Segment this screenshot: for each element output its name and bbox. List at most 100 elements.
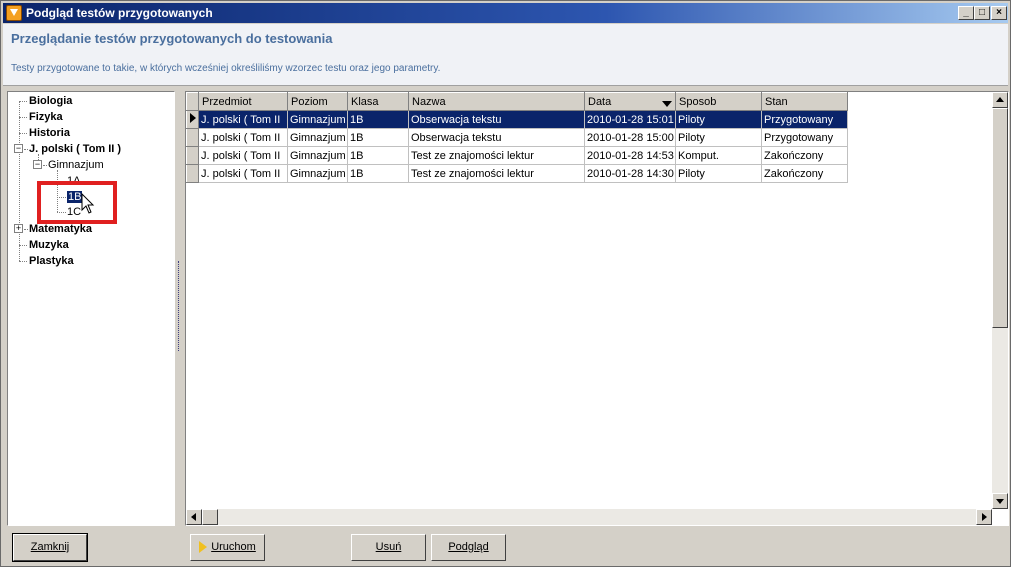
cell-klasa[interactable]: 1B	[347, 128, 409, 147]
selection-highlight-box	[37, 181, 117, 224]
arrow-right-icon	[982, 513, 987, 521]
tree-guide-line	[24, 229, 28, 230]
cell-sposob[interactable]: Piloty	[675, 128, 762, 147]
mouse-cursor-icon	[81, 193, 95, 214]
tree-guide-line	[19, 117, 27, 118]
tree-node-j-polski[interactable]: J. polski ( Tom II )	[29, 142, 121, 156]
title-bar[interactable]: Podgląd testów przygotowanych _ □ ×	[3, 3, 1008, 23]
tree-guide-line	[19, 101, 27, 102]
close-window-button[interactable]: ×	[991, 6, 1007, 20]
minimize-button[interactable]: _	[958, 6, 974, 20]
vertical-scroll-thumb[interactable]	[992, 108, 1008, 328]
row-indicator	[186, 110, 199, 129]
sort-descending-icon	[662, 100, 672, 107]
tree-guide-line	[43, 165, 47, 166]
horizontal-scrollbar[interactable]	[186, 509, 992, 525]
tree-node-muzyka[interactable]: Muzyka	[29, 238, 69, 252]
cell-nazwa[interactable]: Test ze znajomości lektur	[408, 146, 585, 165]
cell-stan[interactable]: Zakończony	[761, 146, 848, 165]
preview-button[interactable]: Podgląd	[431, 534, 506, 561]
page-description: Testy przygotowane to takie, w których w…	[11, 63, 441, 74]
cell-klasa[interactable]: 1B	[347, 110, 409, 129]
cell-data[interactable]: 2010-01-28 15:01	[584, 110, 676, 129]
tree-guide-line	[19, 101, 20, 261]
tree-node-matematyka[interactable]: Matematyka	[29, 222, 92, 236]
table-row[interactable]: J. polski ( Tom II Gimnazjum 1B Test ze …	[186, 164, 848, 183]
cell-data[interactable]: 2010-01-28 14:30	[584, 164, 676, 183]
scroll-up-button[interactable]	[992, 92, 1008, 108]
arrow-left-icon	[191, 513, 196, 521]
cell-stan[interactable]: Przygotowany	[761, 110, 848, 129]
panel-splitter[interactable]	[176, 91, 184, 526]
app-icon	[6, 5, 22, 21]
tree-node-biologia[interactable]: Biologia	[29, 94, 72, 108]
scroll-down-button[interactable]	[992, 493, 1008, 509]
page-title: Przeglądanie testów przygotowanych do te…	[11, 31, 333, 46]
vertical-scrollbar[interactable]	[992, 92, 1008, 509]
table-header-row: Przedmiot Poziom Klasa Nazwa Data Sposob…	[186, 92, 848, 111]
column-header-klasa[interactable]: Klasa	[347, 92, 409, 111]
close-button[interactable]: Zamknij	[12, 533, 88, 562]
tree-node-plastyka[interactable]: Plastyka	[29, 254, 74, 268]
cell-nazwa[interactable]: Test ze znajomości lektur	[408, 164, 585, 183]
table-row[interactable]: J. polski ( Tom II Gimnazjum 1B Obserwac…	[186, 110, 848, 129]
header-panel: Przeglądanie testów przygotowanych do te…	[3, 24, 1008, 86]
cell-data[interactable]: 2010-01-28 14:53	[584, 146, 676, 165]
collapse-icon[interactable]: −	[14, 144, 23, 153]
row-indicator	[186, 146, 199, 165]
column-header-data-label: Data	[588, 95, 612, 108]
column-header-poziom[interactable]: Poziom	[287, 92, 348, 111]
cell-przedmiot[interactable]: J. polski ( Tom II	[198, 146, 288, 165]
cell-poziom[interactable]: Gimnazjum	[287, 146, 348, 165]
table-row[interactable]: J. polski ( Tom II Gimnazjum 1B Obserwac…	[186, 128, 848, 147]
row-indicator	[186, 128, 199, 147]
cell-klasa[interactable]: 1B	[347, 146, 409, 165]
column-header-data[interactable]: Data	[584, 92, 676, 111]
column-header-sposob[interactable]: Sposob	[675, 92, 762, 111]
scroll-right-button[interactable]	[976, 509, 992, 525]
cell-poziom[interactable]: Gimnazjum	[287, 164, 348, 183]
row-indicator	[186, 164, 199, 183]
cell-przedmiot[interactable]: J. polski ( Tom II	[198, 110, 288, 129]
tests-table: Przedmiot Poziom Klasa Nazwa Data Sposob…	[186, 92, 848, 183]
cell-poziom[interactable]: Gimnazjum	[287, 110, 348, 129]
cell-klasa[interactable]: 1B	[347, 164, 409, 183]
column-header-przedmiot[interactable]: Przedmiot	[198, 92, 288, 111]
main-window: Podgląd testów przygotowanych _ □ × Prze…	[0, 0, 1011, 567]
tree-node-historia[interactable]: Historia	[29, 126, 70, 140]
cell-przedmiot[interactable]: J. polski ( Tom II	[198, 128, 288, 147]
column-header-nazwa[interactable]: Nazwa	[408, 92, 585, 111]
tree-guide-line	[19, 133, 27, 134]
cell-sposob[interactable]: Komput.	[675, 146, 762, 165]
tests-grid[interactable]: Przedmiot Poziom Klasa Nazwa Data Sposob…	[185, 91, 1009, 526]
run-button-label: Uruchom	[211, 541, 256, 553]
cell-data[interactable]: 2010-01-28 15:00	[584, 128, 676, 147]
scroll-left-button[interactable]	[186, 509, 202, 525]
collapse-icon[interactable]: −	[33, 160, 42, 169]
cell-sposob[interactable]: Piloty	[675, 110, 762, 129]
tree-guide-line	[19, 245, 27, 246]
cell-nazwa[interactable]: Obserwacja tekstu	[408, 110, 585, 129]
maximize-button[interactable]: □	[974, 6, 990, 20]
expand-icon[interactable]: +	[14, 224, 23, 233]
tree-guide-line	[24, 149, 28, 150]
window-title: Podgląd testów przygotowanych	[26, 6, 213, 20]
tree-node-fizyka[interactable]: Fizyka	[29, 110, 63, 124]
table-row[interactable]: J. polski ( Tom II Gimnazjum 1B Test ze …	[186, 146, 848, 165]
horizontal-scroll-thumb[interactable]	[202, 509, 218, 525]
cell-stan[interactable]: Przygotowany	[761, 128, 848, 147]
delete-button[interactable]: Usuń	[351, 534, 426, 561]
column-header-stan[interactable]: Stan	[761, 92, 848, 111]
splitter-grip-icon	[178, 261, 181, 351]
subject-tree[interactable]: Biologia Fizyka Historia − J. polski ( T…	[7, 91, 175, 526]
cell-nazwa[interactable]: Obserwacja tekstu	[408, 128, 585, 147]
header-corner	[186, 92, 199, 111]
run-button[interactable]: Uruchom	[190, 534, 265, 561]
cell-poziom[interactable]: Gimnazjum	[287, 128, 348, 147]
cell-stan[interactable]: Zakończony	[761, 164, 848, 183]
tree-guide-line	[19, 261, 27, 262]
cell-przedmiot[interactable]: J. polski ( Tom II	[198, 164, 288, 183]
current-row-icon	[190, 113, 196, 123]
cell-sposob[interactable]: Piloty	[675, 164, 762, 183]
arrow-up-icon	[996, 97, 1004, 102]
